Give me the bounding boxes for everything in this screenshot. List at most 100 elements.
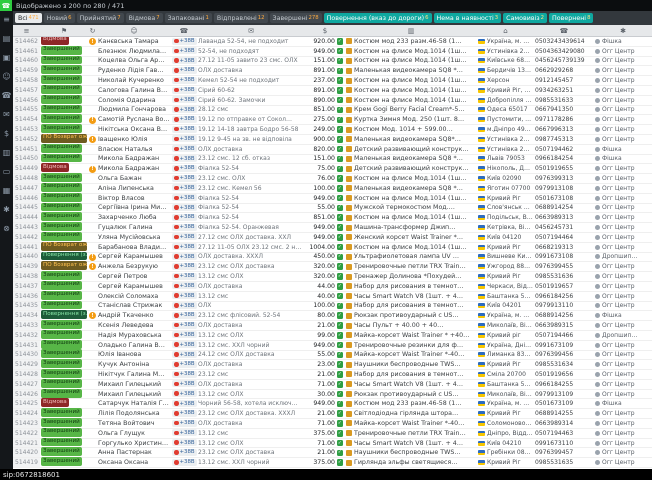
status-badge[interactable]: Завершений: [41, 281, 82, 290]
table-row[interactable]: 514439ПО Возврат ож.!Анжела Безрукую+38В…: [13, 262, 652, 272]
phone-chip[interactable]: +38В: [172, 390, 197, 397]
column-header-refresh[interactable]: ↻: [88, 27, 97, 35]
phone-chip[interactable]: +38В: [172, 57, 197, 64]
status-badge[interactable]: Завершений: [41, 56, 82, 65]
table-row[interactable]: 514449Відмова!Микола Бадражан+38ВФіалка …: [13, 164, 652, 174]
phone-chip[interactable]: +38В: [172, 106, 197, 113]
table-row[interactable]: 514424ЗавершенийЛілія Подолянська+38В23.…: [13, 409, 652, 419]
phone-chip[interactable]: +38В: [172, 96, 197, 103]
status-badge[interactable]: Завершений: [41, 154, 82, 163]
table-row[interactable]: 514446ЗавершенийВіктор Власов+38ВФіалка …: [13, 194, 652, 204]
status-badge[interactable]: Завершений: [41, 320, 82, 329]
status-badge[interactable]: Відмова: [41, 163, 69, 172]
phone-chip[interactable]: +38В: [172, 459, 197, 466]
phone-chip[interactable]: +38В: [172, 273, 197, 280]
table-row[interactable]: 514438ЗавершенийСергей Петров+38В13.12 с…: [13, 272, 652, 282]
phone-chip[interactable]: +38В: [172, 175, 197, 182]
table-row[interactable]: 514454Завершений!Самотій Руслана Во…+38В…: [13, 115, 652, 125]
status-badge[interactable]: Завершений: [41, 428, 82, 437]
status-badge[interactable]: Завершений: [41, 85, 82, 94]
table-row[interactable]: 514458ЗавершенийНиколай Кучеренко+38ВКем…: [13, 76, 652, 86]
phone-chip[interactable]: +38В: [172, 253, 197, 260]
table-row[interactable]: 514453ЗавершенийНікітська Оксана В…+38В1…: [13, 125, 652, 135]
settings-icon[interactable]: ✱: [3, 206, 10, 214]
status-badge[interactable]: Завершений: [41, 144, 82, 153]
tab-returned[interactable]: Повернені8: [549, 13, 593, 23]
phone-chip[interactable]: +38В: [172, 38, 197, 45]
phone-chip[interactable]: +38В: [172, 400, 197, 407]
status-badge[interactable]: Повернення (з..: [41, 310, 87, 319]
table-row[interactable]: 514426ЗавершенийМихаил Гилецький+38В13.1…: [13, 390, 652, 400]
table-row[interactable]: 514436ЗавершенийОлексій Соломаха+38В13.1…: [13, 292, 652, 302]
table-row[interactable]: 514428ЗавершенийНікітчук Галина М…+38В23…: [13, 370, 652, 380]
tab-new[interactable]: Новий6: [44, 13, 75, 23]
phone-chip[interactable]: +38В: [172, 155, 197, 162]
status-badge[interactable]: Завершений: [41, 447, 82, 456]
table-row[interactable]: 514422ЗавершенийОльга Глущук+38В13.12 см…: [13, 429, 652, 439]
table-row[interactable]: 514452ПО Возврат ож.!Іващенко Юлія+38В19…: [13, 135, 652, 145]
table-row[interactable]: 514431ЗавершенийОладько Галина В…+38В13.…: [13, 341, 652, 351]
column-header-id[interactable]: ≡: [13, 27, 40, 35]
phone-chip[interactable]: +38В: [172, 224, 197, 231]
column-header-comment[interactable]: ✉: [197, 27, 305, 35]
phone-chip[interactable]: +38В: [172, 214, 197, 221]
status-badge[interactable]: Завершений: [41, 95, 82, 104]
table-row[interactable]: 514425ВідмоваСатарчук Наталія Г…+38ВЧорн…: [13, 399, 652, 409]
phone-call-button[interactable]: ☎: [0, 0, 12, 11]
table-row[interactable]: 514420ЗавершенийАнна Пастернак+38В23.12 …: [13, 448, 652, 458]
phone-chip[interactable]: +38В: [172, 116, 197, 123]
status-badge[interactable]: Завершений: [41, 340, 82, 349]
table-row[interactable]: 514456ЗавершенийСоломія Одарина+38ВСірий…: [13, 96, 652, 106]
column-header-client[interactable]: ☺: [97, 27, 171, 35]
phone-chip[interactable]: +38В: [172, 243, 197, 250]
phone-chip[interactable]: +38В: [172, 420, 197, 427]
phone-chip[interactable]: +38В: [172, 322, 197, 329]
table-row[interactable]: 514450ЗавершенийМикола Бадражан+38В23.12…: [13, 155, 652, 165]
table-row[interactable]: 514434Повернення (з..!Андрій Ткаченко+38…: [13, 311, 652, 321]
phone-chip[interactable]: +38В: [172, 302, 197, 309]
table-row[interactable]: 514419ЗавершенийОксана Оксана+38В13.12 с…: [13, 458, 652, 468]
status-badge[interactable]: ПО Возврат ож.: [41, 261, 87, 270]
tab-shipped[interactable]: Відправлені12: [214, 13, 268, 23]
column-header-status[interactable]: ⚑: [40, 27, 88, 35]
table-row[interactable]: 514432ЗавершенийНадія Мураховська+38В13.…: [13, 331, 652, 341]
phone-chip[interactable]: +38В: [172, 126, 197, 133]
phone-chip[interactable]: +38В: [172, 87, 197, 94]
status-badge[interactable]: Відмова: [41, 37, 69, 45]
status-badge[interactable]: Завершений: [41, 349, 82, 358]
table-row[interactable]: 514427ЗавершенийМихаил Гилецький+38ВОЛХ …: [13, 380, 652, 390]
dashboard-icon[interactable]: ▤: [3, 35, 11, 43]
status-badge[interactable]: Завершений: [41, 75, 82, 84]
shipping-icon[interactable]: ▭: [3, 168, 11, 176]
finance-icon[interactable]: $: [4, 130, 9, 138]
phone-chip[interactable]: +38В: [172, 77, 197, 84]
table-row[interactable]: 514455ЗавершенийЛюдмила Гончарова+38В28.…: [13, 106, 652, 116]
phone-chip[interactable]: +38В: [172, 341, 197, 348]
products-icon[interactable]: ▥: [3, 149, 11, 157]
phone-chip[interactable]: +38В: [172, 371, 197, 378]
status-badge[interactable]: Завершений: [41, 212, 82, 221]
table-row[interactable]: 514429ЗавершенийКучук Антоніна+38ВОЛХ до…: [13, 360, 652, 370]
tab-pickup[interactable]: Самовивіз2: [503, 13, 547, 23]
table-row[interactable]: 514421ЗавершенийГоргулько Христин…+38В13…: [13, 439, 652, 449]
status-badge[interactable]: Завершений: [41, 114, 82, 123]
status-badge[interactable]: Завершений: [41, 438, 82, 447]
column-header-price[interactable]: $: [305, 27, 345, 35]
tab-refused[interactable]: Відмова7: [126, 13, 163, 23]
calls-icon[interactable]: ☎: [2, 92, 12, 100]
status-badge[interactable]: ПО Возврат ож.: [41, 242, 87, 251]
table-row[interactable]: 514442ЗавершенийУляна Мусійовська+38В27.…: [13, 233, 652, 243]
table-row[interactable]: 514451ЗавершенийВласюк Наталья+38ВОЛХ до…: [13, 145, 652, 155]
logout-icon[interactable]: ⊗: [3, 225, 10, 233]
phone-chip[interactable]: +38В: [172, 312, 197, 319]
table-row[interactable]: 514440Повернення (з..!Сергей Карамышев+3…: [13, 253, 652, 263]
tab-all[interactable]: Всі471: [15, 13, 42, 23]
status-badge[interactable]: ПО Возврат ож.: [41, 134, 87, 143]
phone-chip[interactable]: +38В: [172, 351, 197, 358]
status-badge[interactable]: Завершений: [41, 232, 82, 241]
phone-chip[interactable]: +38В: [172, 47, 197, 54]
phone-chip[interactable]: +38В: [172, 361, 197, 368]
status-badge[interactable]: Завершений: [41, 105, 82, 114]
table-row[interactable]: 514433ЗавершенийКсенія Леведева+38ВОЛХ д…: [13, 321, 652, 331]
status-badge[interactable]: Завершений: [41, 291, 82, 300]
